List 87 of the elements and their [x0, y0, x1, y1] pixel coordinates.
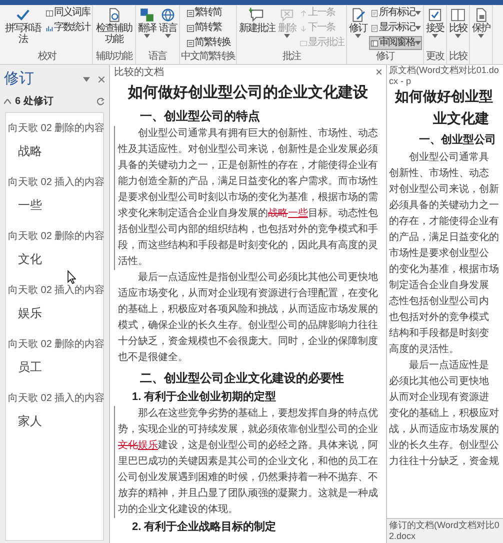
text-line: 必须具备的关键动力之一 [389, 198, 500, 213]
text-line: 从而对企业现有资源进 [389, 390, 490, 405]
ribbon-button[interactable]: 同义词库 [44, 6, 91, 20]
text-line: 市场性是要求创业型公 [389, 246, 490, 261]
pane-icon [370, 38, 379, 48]
ribbon-button[interactable]: 保护 [471, 6, 491, 39]
close-icon[interactable] [376, 69, 382, 75]
revision-content[interactable]: 家人 [8, 412, 101, 430]
mouse-pointer-icon [67, 270, 76, 284]
text-line: 结构和手段都是时刻变 [389, 326, 490, 341]
document-title: 如何做好创业型公司的企业文化建设 [126, 83, 369, 103]
text-line: 创业型公司通常具 [408, 150, 490, 165]
group-label: 更改 [425, 50, 445, 64]
ribbon-button[interactable]: 所有标记 [369, 6, 422, 20]
pane-title: 修订 [4, 69, 34, 89]
collapse-icon[interactable] [4, 98, 11, 104]
paragraph: 最后一点适应性是指创业型公司必须比其他公司更快地适应市场变化，从而对企业现有资源进行合理配置，在变化的基础上，积极应对各项风险和挑战，从而适应市场发展的模式，确保企业的长久生存。创业型公司的品牌影响力往往十分缺乏，资金规模也不会很庞大。同时，企业的保障制度也不是很健全。 [118, 270, 378, 365]
revision-content[interactable]: 战略 [8, 142, 101, 160]
text-line: 也包括对外的竞争模式 [389, 310, 490, 325]
text-line: 必须比其他公司更快地 [389, 374, 490, 389]
text-line: 力往往十分缺乏，资金规 [389, 454, 500, 469]
ribbon-button[interactable]: 检查辅助功能 [94, 6, 134, 46]
text-line: 创新性、市场性、动态 [389, 166, 490, 181]
text-line: 制定适合企业自身发展 [389, 278, 490, 293]
pane-caption: 修订的文档(Word文档对比02.docx [387, 518, 503, 543]
subsection-heading: 2. 有利于企业战略目标的制定 [131, 520, 278, 535]
markup-icon [370, 8, 379, 18]
ribbon-button[interactable]: 繁转简 [184, 6, 232, 20]
arrow-down-icon [299, 24, 308, 32]
text-line: 最后一点适应性是 [408, 358, 490, 373]
group-label: 语言 [148, 50, 168, 64]
close-icon[interactable] [98, 76, 105, 83]
text-line: 的存在，才能使得企业有 [389, 214, 500, 229]
subsection-heading: 1. 有利于企业创业初期的定型 [131, 390, 278, 405]
globe-icon [160, 7, 176, 23]
group-label: 辅助功能 [95, 50, 134, 64]
section-heading: 一、创业型公司的特点 [139, 108, 261, 125]
delete-comment-icon [279, 7, 295, 23]
check-icon [15, 7, 31, 23]
ribbon-button[interactable]: 简繁转换 [184, 36, 232, 50]
revision-count: 6 处修订 [15, 94, 54, 108]
text-line: 的产品，满足日益变化的 [389, 230, 500, 245]
convert-icon [186, 38, 194, 48]
ribbon-button[interactable]: 新建批注 [238, 6, 276, 35]
revision-content[interactable]: 文化 [8, 250, 101, 268]
dropdown-icon[interactable] [83, 76, 90, 82]
text-line: 业的长久生存。创业型公 [389, 438, 500, 453]
text-line: 对创业型公司来说，创新 [389, 182, 500, 197]
convert-icon [186, 8, 194, 18]
document-title: 业文化建 [432, 110, 490, 129]
revision-content[interactable]: 员工 [8, 358, 101, 376]
pane-caption: 比较的文档 [114, 66, 164, 80]
paragraph: 那么在这些竞争劣势的基础上，要想发挥自身的特点优势，实现企业的可持续发展，就必须依靠创业型公司的企业 文化娱乐建设，这是创业型公司的必经之路。具体来说，阿里巴巴成功的关键因素是其公司的企业文化，和他的员工在公司创业发展遇到困难的时候，仍然秉持着一种不抛弃、不放弃的精神，并且凸显了团队顽强的凝聚力。这就是一种成功的企业文化建设的体现。 [114, 406, 378, 518]
ribbon-button[interactable]: 字数统计 [44, 21, 91, 35]
refresh-icon[interactable] [96, 96, 105, 106]
paragraph: 创业型公司通常具有拥有巨大的创新性、市场性、动态性及其适应性。对创业型公司来说，创新性是企业发展必须具备的关键动力之一，正是创新性的存在，才能使得企业有能力创造全新的产品，满足日益变化的客户需求。而市场性是要求创业型公司时刻以市场的变化为基准，根据市场的需求变化来制定适合企业自身发展的战略一些目标。动态性包括创业型公司内部的组织结构，也包括对外的竞争模式和手段，而这些结构和手段都是时刻变化的，因此具有高度的灵活性。 [114, 126, 378, 270]
group-label: 校对 [37, 50, 58, 64]
section-heading: 二、创业型公司企业文化建设的必要性 [139, 370, 345, 387]
convert-icon [186, 24, 194, 32]
group-label: 中文简繁转换 [181, 50, 235, 64]
group-label: 批注 [282, 50, 302, 64]
ribbon-button[interactable]: 接受 [425, 6, 445, 39]
translate-icon [139, 7, 155, 23]
ribbon-button[interactable]: 修订 [348, 6, 368, 39]
text-line: 高度的灵活性。 [389, 342, 460, 357]
ribbon-button[interactable]: 比较 [448, 6, 468, 39]
book-icon [45, 8, 54, 18]
revision-content[interactable]: 娱乐 [8, 304, 101, 322]
group-label: 比较 [448, 50, 468, 64]
text-line: 的变化为基准，根据市场 [389, 262, 500, 277]
arrow-up-icon [299, 8, 308, 18]
ribbon-button[interactable]: 简转繁 [184, 21, 232, 35]
markup-icon [370, 24, 379, 32]
ribbon-button[interactable]: 审阅窗格 [369, 36, 422, 50]
text-line: 态性包括创业型公司内 [389, 294, 490, 309]
group-label: 修订 [375, 50, 396, 64]
count-icon [45, 24, 54, 32]
text-line: 变化的基础上，积极应对 [389, 406, 500, 421]
ribbon-button[interactable]: 语言 [158, 6, 178, 39]
document-title: 如何做好创业型 [394, 88, 494, 107]
ribbon-button[interactable]: 翻译 [137, 6, 157, 39]
ribbon-button[interactable]: 显示标记 [369, 21, 422, 35]
ribbon-button[interactable]: 拼写和语法 [3, 6, 43, 46]
pane-caption: 原文档(Word文档对比01.docx - p [388, 65, 500, 87]
text-line: 战，从而适应市场发展的 [389, 422, 500, 437]
revision-content[interactable]: 一些 [8, 196, 101, 214]
section-heading: 一、创业型公司 [418, 132, 497, 148]
